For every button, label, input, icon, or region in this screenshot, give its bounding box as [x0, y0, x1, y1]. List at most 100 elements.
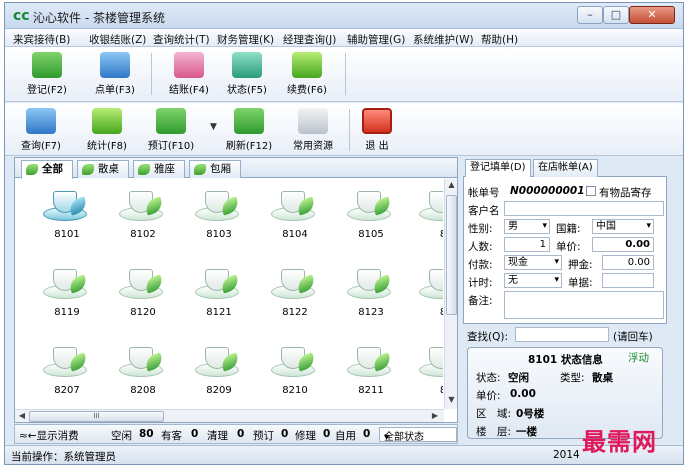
receipt-input[interactable]	[602, 273, 654, 288]
table-number: 8103	[206, 229, 232, 240]
teacup-icon	[119, 339, 167, 383]
reserve-dropdown-arrow-icon[interactable]: ▼	[210, 122, 217, 132]
table-tile-8121[interactable]: 8121	[189, 259, 249, 325]
teacup-icon	[347, 183, 395, 227]
info-status-label: 状态:	[476, 372, 501, 384]
status-label: 状态(F5)	[227, 85, 267, 96]
tab-hall[interactable]: 散桌	[77, 160, 129, 178]
horizontal-scroll-thumb[interactable]: III	[29, 411, 164, 422]
table-tile-partial[interactable]: 8	[413, 181, 443, 247]
teacup-icon	[271, 261, 319, 305]
register-button[interactable]: 登记(F2)	[15, 47, 79, 96]
scroll-left-icon[interactable]: ◀	[16, 411, 28, 422]
menu-reception[interactable]: 来宾接待(B)	[13, 32, 70, 47]
search-hint: (请回车)	[613, 331, 653, 343]
refresh-button[interactable]: 刷新(F12)	[217, 103, 281, 152]
horizontal-scrollbar[interactable]: ◀ III ▶	[15, 409, 444, 422]
register-icon	[32, 52, 62, 78]
scroll-up-icon[interactable]: ▲	[446, 180, 457, 192]
refresh-icon	[234, 108, 264, 134]
registration-tabs: 登记填单(D) 在店帐单(A)	[463, 157, 667, 178]
close-button[interactable]: ✕	[629, 6, 675, 24]
table-tile-8209[interactable]: 8209	[189, 337, 249, 403]
checkout-button[interactable]: 结账(F4)	[157, 47, 221, 96]
table-number: 8105	[358, 229, 384, 240]
resources-button[interactable]: 常用资源	[281, 103, 345, 152]
search-input[interactable]	[515, 327, 609, 342]
note-input[interactable]	[504, 291, 664, 319]
tab-booth[interactable]: 雅座	[133, 160, 185, 178]
people-stepper[interactable]: 1	[504, 237, 550, 252]
scroll-right-icon[interactable]: ▶	[429, 411, 441, 422]
price-input[interactable]: 0.00	[592, 237, 654, 252]
exit-label: 退 出	[365, 141, 389, 152]
table-tile-8101[interactable]: 8101	[37, 181, 97, 247]
table-tile-8210[interactable]: 8210	[265, 337, 325, 403]
menu-help[interactable]: 帮助(H)	[481, 32, 518, 47]
float-toggle[interactable]: 浮动	[628, 350, 649, 365]
stats-icon	[92, 108, 122, 134]
table-tile-8119[interactable]: 8119	[37, 259, 97, 325]
repair-label: 修理	[295, 430, 316, 442]
table-tile-8104[interactable]: 8104	[265, 181, 325, 247]
table-tile-8123[interactable]: 8123	[341, 259, 401, 325]
table-tile-8122[interactable]: 8122	[265, 259, 325, 325]
table-tile-8207[interactable]: 8207	[37, 337, 97, 403]
table-tile-8102[interactable]: 8102	[113, 181, 173, 247]
payment-label: 付款:	[468, 259, 493, 271]
leaf-icon	[194, 164, 206, 175]
table-tile-8103[interactable]: 8103	[189, 181, 249, 247]
payment-select[interactable]: 现金	[504, 255, 562, 270]
teacup-icon	[43, 261, 91, 305]
show-consumption-toggle[interactable]: ≈←显示消费	[19, 428, 79, 443]
tab-in-store-bills[interactable]: 在店帐单(A)	[533, 159, 598, 177]
reserve-button[interactable]: 预订(F10)	[139, 103, 203, 152]
cleaning-count: 0	[237, 428, 245, 440]
status-icon	[232, 52, 262, 78]
menu-query-stats[interactable]: 查询统计(T)	[153, 32, 210, 47]
stats-button[interactable]: 统计(F8)	[75, 103, 139, 152]
free-label: 空闲	[111, 430, 132, 442]
info-floor-value: 一楼	[516, 426, 537, 438]
info-area-value: 0号楼	[516, 408, 545, 420]
menu-cashier[interactable]: 收银结账(Z)	[89, 32, 146, 47]
table-tile-partial[interactable]: 8	[413, 259, 443, 325]
customer-input[interactable]	[504, 201, 664, 216]
renew-button[interactable]: 续费(F6)	[275, 47, 339, 96]
vertical-scroll-thumb[interactable]	[446, 195, 457, 315]
table-grid: 8101 8102 8103 8104 8105 8119 8120 8121 …	[15, 179, 443, 409]
minimize-button[interactable]: –	[577, 6, 603, 24]
reserved-label: 预订	[253, 430, 274, 442]
exit-icon	[362, 108, 392, 134]
teacup-icon	[195, 183, 243, 227]
table-tile-partial[interactable]: 8	[413, 337, 443, 403]
timing-select[interactable]: 无	[504, 273, 562, 288]
table-tile-8105[interactable]: 8105	[341, 181, 401, 247]
tab-register-form[interactable]: 登记填单(D)	[465, 159, 531, 178]
menu-manager-query[interactable]: 经理查询(J)	[283, 32, 336, 47]
teacup-icon	[119, 183, 167, 227]
menu-system[interactable]: 系统维护(W)	[413, 32, 474, 47]
nationality-select[interactable]: 中国	[592, 219, 654, 234]
maximize-button[interactable]: □	[603, 6, 629, 24]
table-tile-8208[interactable]: 8208	[113, 337, 173, 403]
status-button[interactable]: 状态(F5)	[215, 47, 279, 96]
table-number: 8207	[54, 385, 80, 396]
table-tile-8211[interactable]: 8211	[341, 337, 401, 403]
menu-finance[interactable]: 财务管理(K)	[217, 32, 274, 47]
menu-auxiliary[interactable]: 辅助管理(G)	[347, 32, 405, 47]
tab-all[interactable]: 全部	[21, 160, 73, 179]
gender-select[interactable]: 男	[504, 219, 550, 234]
scroll-down-icon[interactable]: ▼	[446, 395, 457, 407]
deposit-checkbox[interactable]	[586, 186, 596, 196]
tab-private-room[interactable]: 包厢	[189, 160, 241, 178]
teacup-icon	[347, 261, 395, 305]
vertical-scrollbar[interactable]: ▲ ▼	[444, 179, 457, 409]
status-filter-dropdown[interactable]: ▾ 全部状态	[379, 427, 457, 443]
query-button[interactable]: 查询(F7)	[9, 103, 73, 152]
table-tile-8120[interactable]: 8120	[113, 259, 173, 325]
exit-button[interactable]: 退 出	[345, 103, 409, 152]
order-button[interactable]: 点单(F3)	[83, 47, 147, 96]
pledge-input[interactable]: 0.00	[602, 255, 654, 270]
teacup-icon	[195, 339, 243, 383]
